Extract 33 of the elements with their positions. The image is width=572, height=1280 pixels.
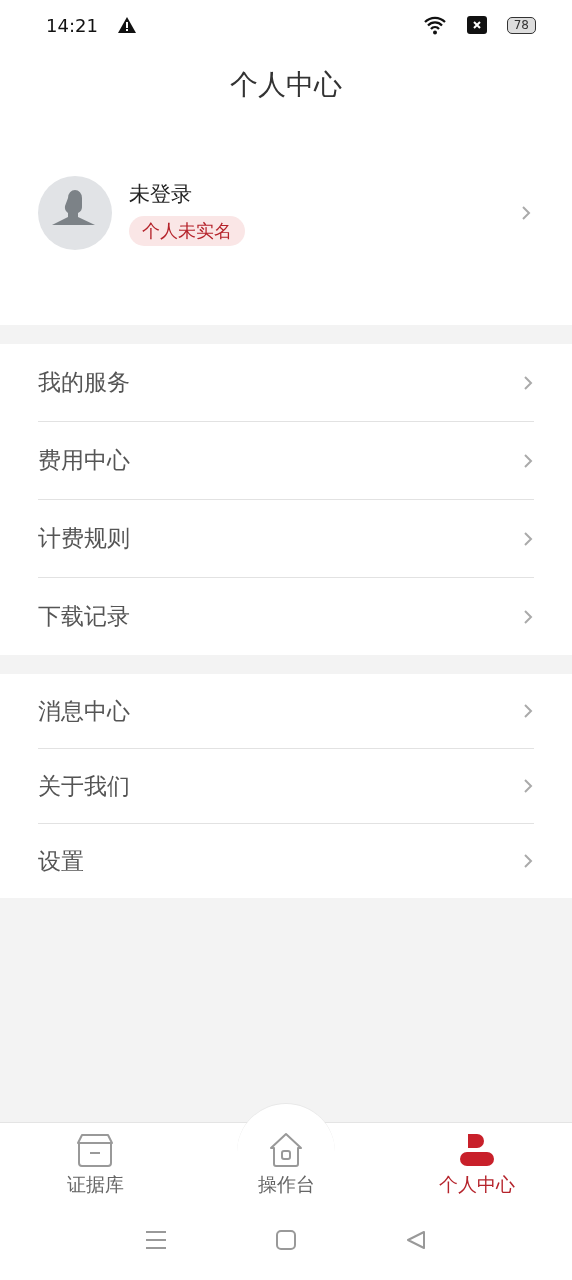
chevron-right-icon — [522, 529, 534, 548]
chevron-right-icon — [522, 852, 534, 870]
status-time: 14:21 — [46, 14, 98, 36]
person-icon — [458, 1132, 495, 1168]
warning-icon — [117, 17, 136, 33]
menu-icon[interactable] — [146, 1230, 166, 1249]
menu-item[interactable]: 下载记录 — [38, 578, 534, 655]
chevron-right-icon — [520, 203, 532, 222]
menu-item[interactable]: 设置 — [38, 824, 534, 898]
chevron-right-icon — [522, 702, 534, 720]
sim-error-icon — [466, 16, 487, 34]
archive-box-icon — [76, 1132, 115, 1168]
house-icon — [268, 1132, 304, 1168]
battery-indicator: 78 — [506, 16, 536, 34]
menu-item[interactable]: 费用中心 — [38, 422, 534, 500]
verification-badge: 个人未实名 — [129, 215, 245, 246]
back-triangle-icon[interactable] — [406, 1229, 426, 1250]
menu-item[interactable]: 消息中心 — [38, 674, 534, 749]
tab-item[interactable]: 个人中心 — [381, 1123, 572, 1207]
menu-item[interactable]: 计费规则 — [38, 500, 534, 578]
home-square-icon[interactable] — [276, 1229, 296, 1250]
wifi-icon — [422, 15, 447, 35]
chevron-right-icon — [522, 777, 534, 795]
avatar-icon — [38, 175, 112, 250]
tab-item[interactable]: 操作台 — [190, 1123, 382, 1207]
menu-item[interactable]: 关于我们 — [38, 749, 534, 824]
chevron-right-icon — [522, 451, 534, 470]
menu-item[interactable]: 我的服务 — [38, 344, 534, 422]
chevron-right-icon — [522, 373, 534, 392]
page-title: 个人中心 — [230, 67, 342, 103]
user-name: 未登录 — [129, 180, 192, 208]
chevron-right-icon — [522, 607, 534, 626]
tab-item[interactable]: 证据库 — [0, 1123, 191, 1207]
